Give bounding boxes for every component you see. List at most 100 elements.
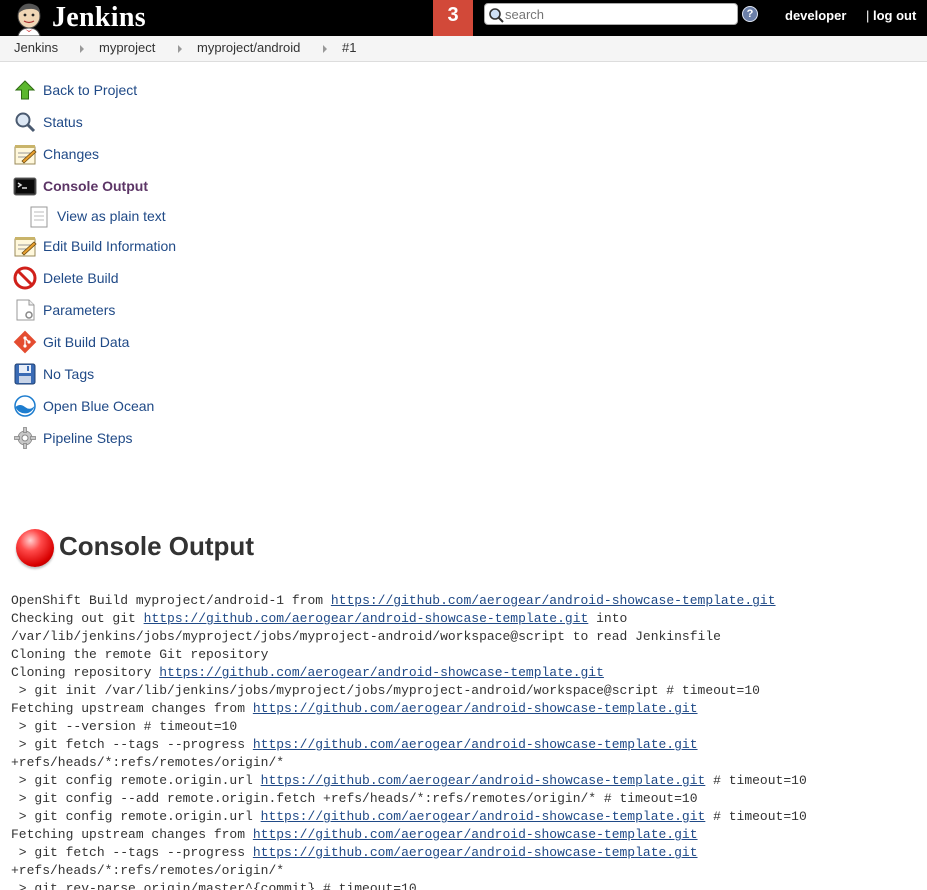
console-link[interactable]: https://github.com/aerogear/android-show… <box>253 827 698 842</box>
task-parameters[interactable]: Parameters <box>13 297 115 323</box>
console-line: > git fetch --tags --progress https://gi… <box>11 736 921 754</box>
jenkins-logo[interactable]: Jenkins <box>12 0 146 37</box>
console-link[interactable]: https://github.com/aerogear/android-show… <box>253 701 698 716</box>
build-status-ball-icon <box>16 529 54 567</box>
console-link[interactable]: https://github.com/aerogear/android-show… <box>253 737 698 752</box>
console-line: OpenShift Build myproject/android-1 from… <box>11 592 921 610</box>
logo-text: Jenkins <box>52 2 146 33</box>
task-label[interactable]: View as plain text <box>57 208 166 224</box>
task-pipeline-steps[interactable]: Pipeline Steps <box>13 425 133 451</box>
console-text: > git fetch --tags --progress <box>11 845 253 860</box>
console-link[interactable]: https://github.com/aerogear/android-show… <box>144 611 589 626</box>
console-output: OpenShift Build myproject/android-1 from… <box>11 592 921 890</box>
task-label[interactable]: Open Blue Ocean <box>43 398 154 414</box>
document-icon <box>13 298 37 322</box>
console-text: > git config remote.origin.url <box>11 773 261 788</box>
task-label[interactable]: No Tags <box>43 366 94 382</box>
task-label[interactable]: Pipeline Steps <box>43 430 133 446</box>
console-text: > git rev-parse origin/master^{commit} #… <box>11 881 417 890</box>
console-line: Cloning repository https://github.com/ae… <box>11 664 921 682</box>
breadcrumb-item-build[interactable]: #1 <box>342 40 356 55</box>
magnifier-icon <box>13 110 37 134</box>
console-text: Cloning the remote Git repository <box>11 647 269 662</box>
jenkins-butler-icon <box>12 0 48 37</box>
task-delete-build[interactable]: Delete Build <box>13 265 119 291</box>
breadcrumb-item-jenkins[interactable]: Jenkins <box>14 40 58 55</box>
document-icon <box>29 206 49 228</box>
notepad-icon <box>13 142 37 166</box>
task-label[interactable]: Delete Build <box>43 270 119 286</box>
console-link[interactable]: https://github.com/aerogear/android-show… <box>253 845 698 860</box>
no-entry-icon <box>13 266 37 290</box>
console-line: > git fetch --tags --progress https://gi… <box>11 844 921 862</box>
logout-link[interactable]: log out <box>873 8 916 23</box>
notification-badge[interactable]: 3 <box>433 0 473 36</box>
blue-ocean-icon <box>13 394 37 418</box>
floppy-icon <box>13 362 37 386</box>
console-text: Fetching upstream changes from <box>11 701 253 716</box>
task-edit-build-information[interactable]: Edit Build Information <box>13 233 176 259</box>
console-text: into <box>588 611 628 626</box>
console-text: > git config remote.origin.url <box>11 809 261 824</box>
console-line: > git config --add remote.origin.fetch +… <box>11 790 921 808</box>
notepad-icon <box>13 234 37 258</box>
help-icon[interactable]: ? <box>742 6 758 22</box>
console-link[interactable]: https://github.com/aerogear/android-show… <box>261 773 706 788</box>
console-text: /var/lib/jenkins/jobs/myproject/jobs/myp… <box>11 629 721 644</box>
console-text: Checking out git <box>11 611 144 626</box>
task-back-to-project[interactable]: Back to Project <box>13 77 137 103</box>
console-link[interactable]: https://github.com/aerogear/android-show… <box>261 809 706 824</box>
task-label[interactable]: Git Build Data <box>43 334 129 350</box>
console-line: +refs/heads/*:refs/remotes/origin/* <box>11 754 921 772</box>
breadcrumb-arrow-icon[interactable] <box>178 45 182 53</box>
task-label[interactable]: Status <box>43 114 83 130</box>
console-link[interactable]: https://github.com/aerogear/android-show… <box>159 665 604 680</box>
task-status[interactable]: Status <box>13 109 83 135</box>
console-line: > git config remote.origin.url https://g… <box>11 772 921 790</box>
console-text: > git init /var/lib/jenkins/jobs/myproje… <box>11 683 760 698</box>
console-line: Fetching upstream changes from https://g… <box>11 700 921 718</box>
console-line: > git rev-parse origin/master^{commit} #… <box>11 880 921 890</box>
console-text: +refs/heads/*:refs/remotes/origin/* <box>11 863 285 878</box>
task-label[interactable]: Back to Project <box>43 82 137 98</box>
console-text: > git fetch --tags --progress <box>11 737 253 752</box>
terminal-icon <box>13 174 37 198</box>
console-text: # timeout=10 <box>705 809 807 824</box>
task-label[interactable]: Edit Build Information <box>43 238 176 254</box>
task-changes[interactable]: Changes <box>13 141 99 167</box>
console-line: Fetching upstream changes from https://g… <box>11 826 921 844</box>
gear-icon <box>13 426 37 450</box>
console-text: > git config --add remote.origin.fetch +… <box>11 791 698 806</box>
task-view-plain-text[interactable]: View as plain text <box>29 203 166 229</box>
breadcrumb-arrow-icon[interactable] <box>80 45 84 53</box>
breadcrumb: Jenkins myproject myproject/android #1 <box>0 36 927 62</box>
search-icon <box>488 7 504 26</box>
console-text: Cloning repository <box>11 665 160 680</box>
task-no-tags[interactable]: No Tags <box>13 361 94 387</box>
console-line: Cloning the remote Git repository <box>11 646 921 664</box>
console-link[interactable]: https://github.com/aerogear/android-show… <box>331 593 776 608</box>
top-header: Jenkins 3 ? developer | log out <box>0 0 927 37</box>
breadcrumb-item-android[interactable]: myproject/android <box>197 40 300 55</box>
console-text: OpenShift Build myproject/android-1 from <box>11 593 331 608</box>
console-line: Checking out git https://github.com/aero… <box>11 610 921 628</box>
search-input[interactable] <box>505 4 733 24</box>
task-label[interactable]: Changes <box>43 146 99 162</box>
task-git-build-data[interactable]: Git Build Data <box>13 329 129 355</box>
task-label[interactable]: Console Output <box>43 178 148 194</box>
breadcrumb-item-myproject[interactable]: myproject <box>99 40 155 55</box>
console-text: # timeout=10 <box>705 773 807 788</box>
task-label[interactable]: Parameters <box>43 302 115 318</box>
console-text: Fetching upstream changes from <box>11 827 253 842</box>
search-box <box>484 3 738 25</box>
breadcrumb-arrow-icon[interactable] <box>323 45 327 53</box>
page-title: Console Output <box>59 531 254 561</box>
logout-separator: | <box>866 8 870 23</box>
console-line: > git --version # timeout=10 <box>11 718 921 736</box>
user-link[interactable]: developer <box>785 8 846 23</box>
task-open-blue-ocean[interactable]: Open Blue Ocean <box>13 393 154 419</box>
console-line: > git init /var/lib/jenkins/jobs/myproje… <box>11 682 921 700</box>
console-line: > git config remote.origin.url https://g… <box>11 808 921 826</box>
task-console-output[interactable]: Console Output <box>13 173 148 199</box>
git-icon <box>13 330 37 354</box>
